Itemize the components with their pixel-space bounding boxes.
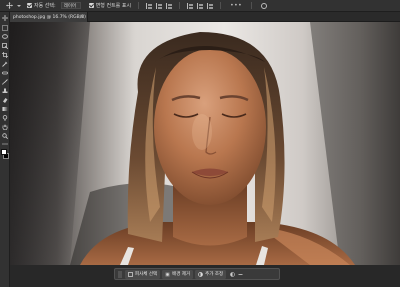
more-options-icon[interactable] [228,270,236,279]
select-subject-label: 피사체 선택 [135,272,158,277]
tool-preset-dropdown[interactable] [17,4,21,7]
select-subject-button[interactable]: 피사체 선택 [125,269,161,279]
canvas-image[interactable] [10,22,400,265]
transform-controls-checkbox[interactable]: 변형 컨트롤 표시 [87,0,133,12]
divider [220,2,222,9]
object-select-icon[interactable] [2,43,8,49]
more-adjustments-label: 추가 조정 [205,272,224,277]
document-tab-bar: photoshop.jpg @ 16.7% (RGB/8) × [10,12,400,22]
canvas-area[interactable] [10,22,400,265]
brush-icon[interactable] [2,79,8,85]
align-center-h-icon[interactable] [156,2,163,9]
remove-background-button[interactable]: 배경 제거 [162,269,194,279]
remove-background-label: 배경 제거 [172,272,191,277]
transform-controls-label: 변형 컨트롤 표시 [95,3,132,9]
align-top-icon[interactable] [187,2,194,9]
align-right-icon[interactable] [166,2,173,9]
move-icon[interactable] [6,2,13,9]
auto-select-checkbox[interactable]: 자동 선택: [25,0,58,12]
foreground-color-swatch[interactable] [1,149,7,155]
divider [138,2,140,9]
gear-icon[interactable] [261,2,268,9]
marquee-icon[interactable] [2,25,8,31]
adjustments-icon [198,271,203,277]
more-options-icon[interactable]: ••• [230,2,242,9]
remove-background-icon [165,272,170,276]
document-tab[interactable]: photoshop.jpg @ 16.7% (RGB/8) × [10,12,88,22]
healing-brush-icon[interactable] [2,70,8,76]
close-icon[interactable]: × [80,14,84,20]
divider [179,2,181,9]
gradient-icon[interactable] [2,106,8,112]
dodge-icon[interactable] [2,115,8,121]
contextual-task-bar: 피사체 선택 배경 제거 추가 조정 [114,268,280,280]
zoom-icon[interactable] [2,133,8,139]
align-middle-icon[interactable] [197,2,204,9]
checkbox-icon [27,3,32,8]
crop-icon[interactable] [2,52,8,58]
divider [251,2,253,9]
more-tools-icon[interactable] [2,141,8,147]
document-tab-title: photoshop.jpg @ 16.7% (RGB/8) [13,14,86,20]
eyedropper-icon[interactable] [2,61,8,67]
collapse-icon[interactable] [236,270,244,279]
align-bottom-icon[interactable] [207,2,214,9]
more-adjustments-button[interactable]: 추가 조정 [195,269,227,279]
align-left-icon[interactable] [146,2,153,9]
options-bar: 자동 선택: 레이어 변형 컨트롤 표시 ••• [0,0,400,12]
checkbox-icon [88,3,94,8]
auto-select-target-dropdown[interactable]: 레이어 [60,2,81,9]
auto-select-label: 자동 선택: [34,3,56,9]
tools-panel [0,12,10,287]
drag-handle-icon[interactable] [118,270,122,278]
lasso-icon[interactable] [2,34,8,40]
select-subject-icon [128,271,133,277]
eraser-icon[interactable] [2,97,8,103]
clone-stamp-icon[interactable] [2,88,8,94]
move-icon[interactable] [2,15,8,21]
auto-select-value: 레이어 [63,3,77,9]
hand-icon[interactable] [2,124,8,130]
